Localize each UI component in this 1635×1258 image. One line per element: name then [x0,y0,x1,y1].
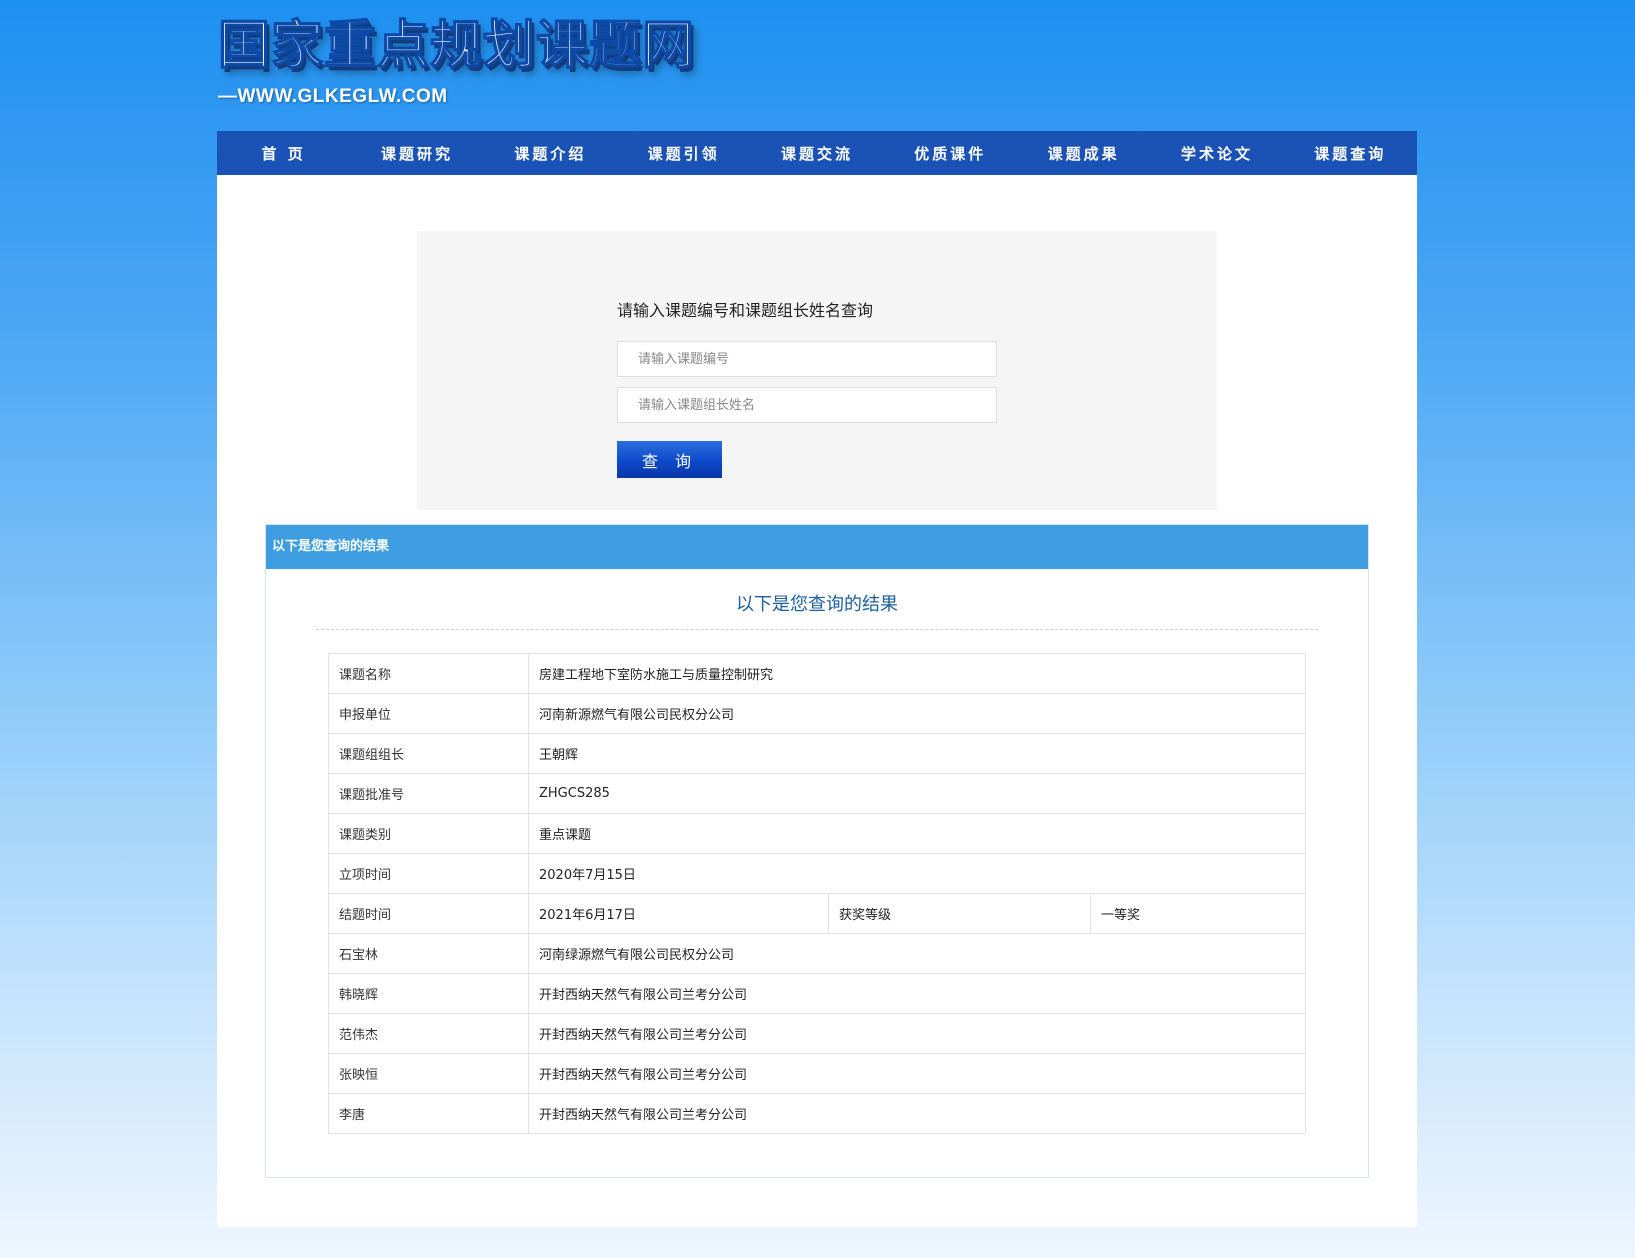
member-row: 李唐 开封西纳天然气有限公司兰考分公司 [328,1093,1307,1134]
table-row: 课题类别 重点课题 [328,813,1307,854]
row-value: 河南新源燃气有限公司民权分公司 [527,693,1307,734]
table-row: 课题名称 房建工程地下室防水施工与质量控制研究 [328,653,1307,694]
nav-item-courseware[interactable]: 优质课件 [884,143,1017,164]
member-name: 张映恒 [328,1053,529,1094]
member-unit: 开封西纳天然气有限公司兰考分公司 [527,1013,1307,1054]
member-unit: 开封西纳天然气有限公司兰考分公司 [527,973,1307,1014]
result-table: 课题名称 房建工程地下室防水施工与质量控制研究 申报单位 河南新源燃气有限公司民… [328,653,1307,1134]
row-label: 课题批准号 [328,773,529,814]
member-name: 范伟杰 [328,1013,529,1054]
nav-item-intro[interactable]: 课题介绍 [484,143,617,164]
query-form: 请输入课题编号和课题组长姓名查询 查 询 [417,231,1217,510]
table-row: 结题时间 2021年6月17日 获奖等级 一等奖 [328,893,1307,934]
divider [316,629,1318,630]
result-header: 以下是您查询的结果 [266,525,1368,569]
nav-item-query[interactable]: 课题查询 [1284,143,1417,164]
member-name: 韩晓辉 [328,973,529,1014]
row-value: 王朝辉 [527,733,1307,774]
award-value: 一等奖 [1089,893,1307,934]
nav-item-research[interactable]: 课题研究 [350,143,483,164]
nav-item-exchange[interactable]: 课题交流 [750,143,883,164]
member-name: 李唐 [328,1093,529,1134]
row-label: 课题名称 [328,653,529,694]
member-row: 石宝林 河南绿源燃气有限公司民权分公司 [328,933,1307,974]
table-row: 申报单位 河南新源燃气有限公司民权分公司 [328,693,1307,734]
query-title: 请输入课题编号和课题组长姓名查询 [617,301,874,320]
topic-code-input[interactable] [617,341,997,377]
nav-item-home[interactable]: 首 页 [217,143,350,164]
row-value: 房建工程地下室防水施工与质量控制研究 [527,653,1307,694]
table-row: 立项时间 2020年7月15日 [328,853,1307,894]
nav-item-guidance[interactable]: 课题引领 [617,143,750,164]
row-label: 申报单位 [328,693,529,734]
main-nav: 首 页 课题研究 课题介绍 课题引领 课题交流 优质课件 课题成果 学术论文 课… [217,131,1417,175]
row-value: 重点课题 [527,813,1307,854]
table-row: 课题批准号 ZHGCS285 [328,773,1307,814]
nav-item-papers[interactable]: 学术论文 [1150,143,1283,164]
row-label: 结题时间 [328,893,529,934]
member-unit: 河南绿源燃气有限公司民权分公司 [527,933,1307,974]
result-title: 以下是您查询的结果 [736,594,898,615]
main-content: 请输入课题编号和课题组长姓名查询 查 询 以下是您查询的结果 以下是您查询的结果… [217,175,1417,1227]
row-value: 2020年7月15日 [527,853,1307,894]
member-unit: 开封西纳天然气有限公司兰考分公司 [527,1053,1307,1094]
row-value: ZHGCS285 [527,773,1307,814]
member-unit: 开封西纳天然气有限公司兰考分公司 [527,1093,1307,1134]
nav-item-results[interactable]: 课题成果 [1017,143,1150,164]
row-label: 课题组组长 [328,733,529,774]
member-row: 范伟杰 开封西纳天然气有限公司兰考分公司 [328,1013,1307,1054]
award-label: 获奖等级 [828,893,1091,934]
result-panel: 以下是您查询的结果 以下是您查询的结果 课题名称 房建工程地下室防水施工与质量控… [265,524,1369,1178]
leader-name-input[interactable] [617,387,997,423]
site-url: —WWW.GLKEGLW.COM [218,86,448,107]
site-logo[interactable]: 国家重点规划课题网 —WWW.GLKEGLW.COM [217,12,696,108]
table-row: 课题组组长 王朝辉 [328,733,1307,774]
row-label: 课题类别 [328,813,529,854]
site-title: 国家重点规划课题网 [217,15,696,77]
row-label: 立项时间 [328,853,529,894]
member-row: 韩晓辉 开封西纳天然气有限公司兰考分公司 [328,973,1307,1014]
member-row: 张映恒 开封西纳天然气有限公司兰考分公司 [328,1053,1307,1094]
member-name: 石宝林 [328,933,529,974]
row-value: 2021年6月17日 [528,893,829,934]
query-button[interactable]: 查 询 [617,441,722,478]
